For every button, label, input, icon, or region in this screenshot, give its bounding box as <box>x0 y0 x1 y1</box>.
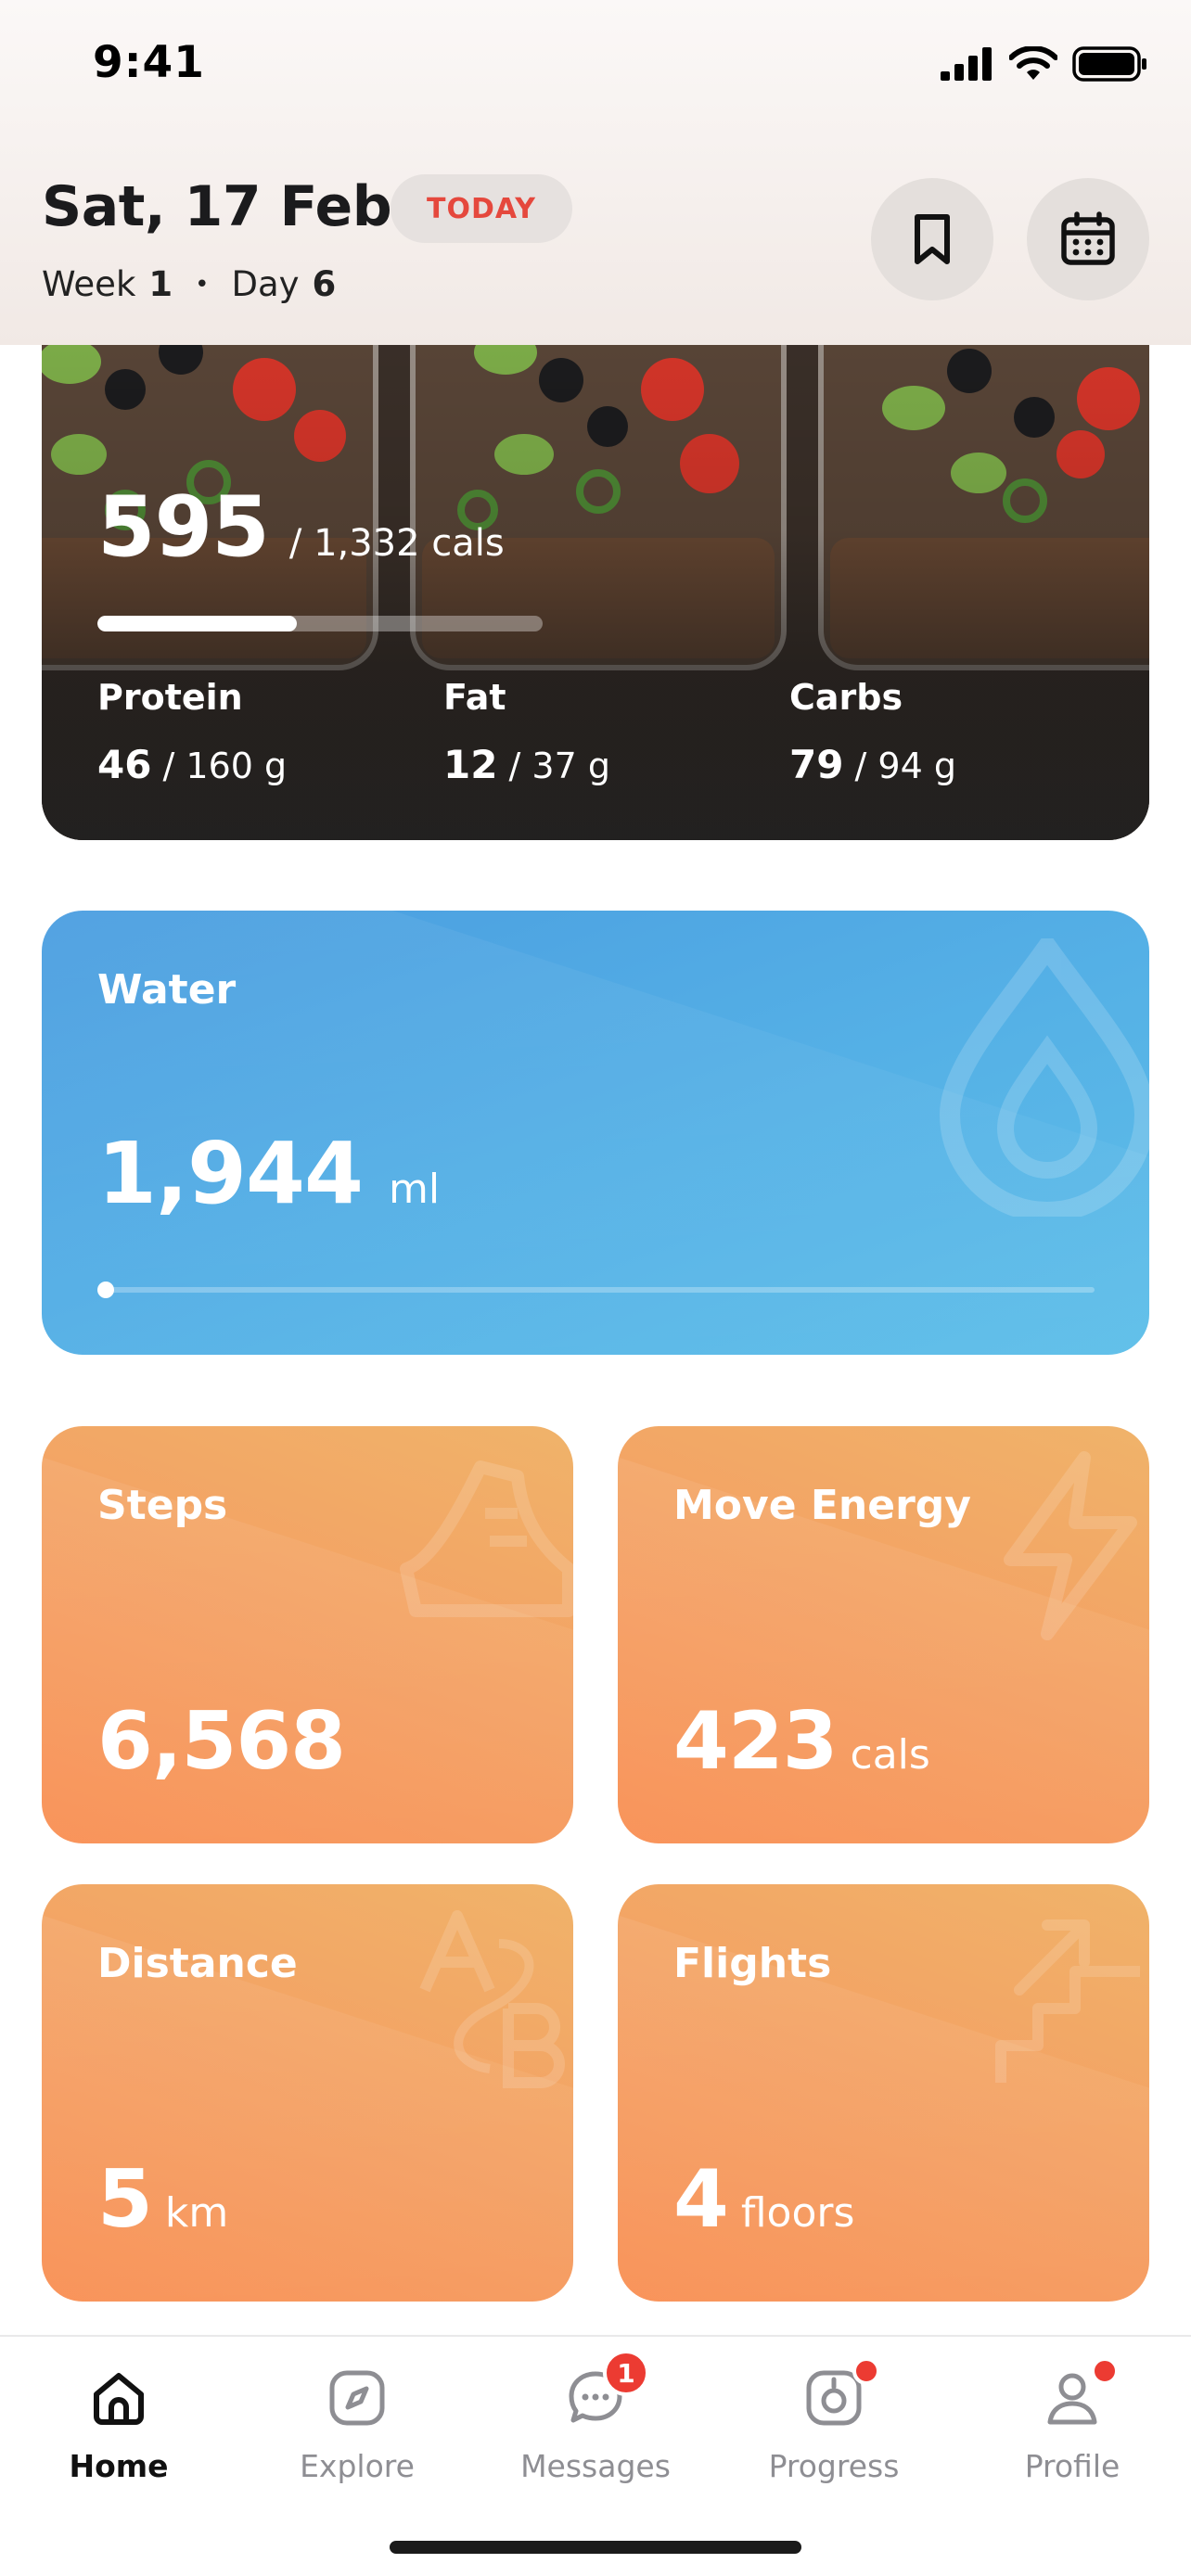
macro-carbs: Carbs 79 / 94 g <box>789 677 956 787</box>
move-energy-title: Move Energy <box>673 1482 971 1529</box>
carbs-target: / 94 g <box>854 746 956 786</box>
water-slider-thumb[interactable] <box>97 1282 114 1298</box>
move-energy-unit: cals <box>850 1731 930 1779</box>
water-unit: ml <box>389 1166 441 1213</box>
steps-title: Steps <box>97 1482 228 1529</box>
bookmark-icon <box>915 214 950 264</box>
tab-home-label: Home <box>69 2448 169 2484</box>
water-card[interactable]: Water 1,944 ml <box>42 911 1149 1355</box>
steps-value: 6,568 <box>97 1695 346 1788</box>
tab-progress[interactable]: Progress <box>715 2357 953 2484</box>
tab-profile-label: Profile <box>1024 2448 1121 2484</box>
status-time: 9:41 <box>93 37 205 88</box>
water-title: Water <box>97 966 237 1014</box>
calories-consumed: 595 <box>97 478 270 576</box>
calories-total: / 1,332 cals <box>288 522 505 565</box>
protein-value: 46 <box>97 742 152 787</box>
carbs-label: Carbs <box>789 677 903 718</box>
chat-bubble-icon: 1 <box>562 2350 649 2431</box>
fat-target: / 37 g <box>508 746 610 786</box>
nutrition-card[interactable]: 595 / 1,332 cals Protein 46 / 160 g Fat … <box>42 278 1149 840</box>
flights-card[interactable]: Flights 4 floors <box>618 1884 1149 2302</box>
status-icons <box>941 46 1148 82</box>
flights-unit: floors <box>740 2189 855 2237</box>
protein-label: Protein <box>97 677 243 718</box>
steps-amount: 6,568 <box>97 1695 346 1788</box>
macro-fat: Fat 12 / 37 g <box>443 677 610 787</box>
move-energy-amount: 423 cals <box>673 1695 930 1788</box>
tab-explore[interactable]: Explore <box>238 2365 476 2484</box>
date-title: Sat, 17 Feb <box>42 174 392 239</box>
protein-target: / 160 g <box>162 746 288 786</box>
progress-badge-dot <box>852 2357 880 2385</box>
flights-title: Flights <box>673 1940 832 1987</box>
compass-icon <box>324 2365 391 2431</box>
tab-home[interactable]: Home <box>0 2365 237 2484</box>
day-value: 6 <box>312 264 337 304</box>
steps-card[interactable]: Steps 6,568 <box>42 1426 573 1843</box>
separator-dot: • <box>195 270 210 299</box>
week-day-label: Week 1 • Day 6 <box>42 264 336 304</box>
tab-profile[interactable]: Profile <box>954 2357 1191 2484</box>
water-amount: 1,944 ml <box>97 1124 440 1223</box>
macro-protein: Protein 46 / 160 g <box>97 677 287 787</box>
fat-label: Fat <box>443 677 506 718</box>
flights-value: 4 <box>673 2153 729 2246</box>
calendar-icon <box>1061 211 1115 265</box>
person-icon <box>1039 2357 1119 2431</box>
distance-card[interactable]: Distance 5 km <box>42 1884 573 2302</box>
today-badge[interactable]: TODAY <box>391 174 572 243</box>
carbs-value: 79 <box>789 742 844 787</box>
profile-badge-dot <box>1091 2357 1119 2385</box>
distance-unit: km <box>164 2189 229 2237</box>
calories-progress-bar <box>97 616 543 631</box>
water-value: 1,944 <box>97 1124 364 1223</box>
progress-icon <box>800 2357 880 2431</box>
fat-value: 12 <box>443 742 498 787</box>
tab-messages-label: Messages <box>520 2448 671 2484</box>
stairs-icon <box>995 1919 1140 2083</box>
cellular-signal-icon <box>941 47 992 81</box>
lightning-icon <box>1004 1451 1137 1640</box>
bookmark-button[interactable] <box>871 178 993 300</box>
calories-summary: 595 / 1,332 cals <box>97 478 505 576</box>
week-value: 1 <box>148 264 173 304</box>
day-label: Day <box>231 264 300 304</box>
home-indicator <box>390 2541 801 2554</box>
calories-progress-fill <box>97 616 297 631</box>
tab-progress-label: Progress <box>768 2448 900 2484</box>
status-bar: 9:41 <box>0 0 1191 139</box>
tab-bar: Home Explore 1 Messages Progress Profile <box>0 2335 1191 2576</box>
water-slider-track[interactable] <box>97 1287 1095 1293</box>
flights-amount: 4 floors <box>673 2153 854 2246</box>
distance-value: 5 <box>97 2153 153 2246</box>
move-energy-card[interactable]: Move Energy 423 cals <box>618 1426 1149 1843</box>
move-energy-value: 423 <box>673 1695 839 1788</box>
distance-title: Distance <box>97 1940 298 1987</box>
wifi-icon <box>1009 46 1057 80</box>
messages-badge: 1 <box>603 2350 649 2396</box>
sneaker-icon <box>400 1460 573 1617</box>
water-drop-icon <box>939 938 1149 1217</box>
home-icon <box>85 2365 152 2431</box>
battery-icon <box>1072 46 1146 82</box>
distance-amount: 5 km <box>97 2153 228 2246</box>
tab-explore-label: Explore <box>300 2448 415 2484</box>
week-label: Week <box>42 264 136 304</box>
calendar-button[interactable] <box>1027 178 1149 300</box>
tab-messages[interactable]: 1 Messages <box>477 2350 714 2484</box>
a-to-b-icon <box>419 1910 565 2088</box>
